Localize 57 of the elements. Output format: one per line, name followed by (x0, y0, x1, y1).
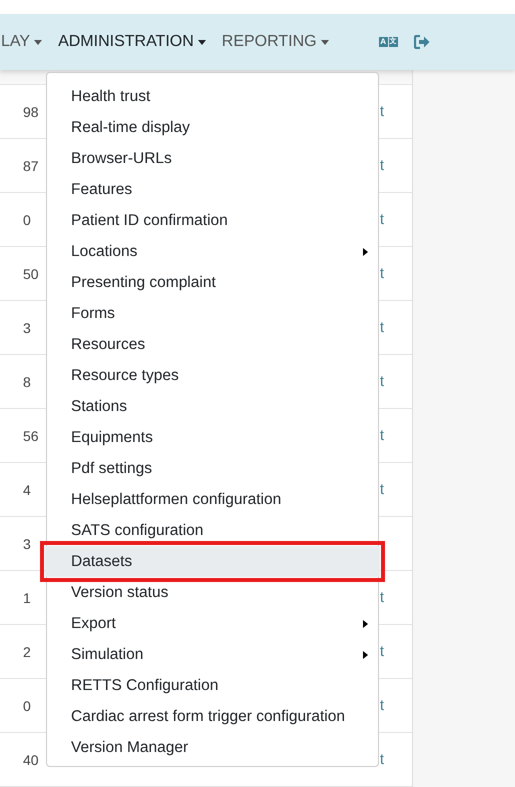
table-link[interactable]: t (380, 643, 384, 660)
menu-item[interactable]: Version status (47, 577, 378, 608)
table-link[interactable]: t (380, 751, 384, 768)
menu-item[interactable]: Export (47, 608, 378, 639)
table-cell-text: 3 (22, 536, 31, 552)
table-cell-text: 98 (22, 104, 39, 120)
menu-item[interactable]: Patient ID confirmation (47, 205, 378, 236)
table-cell-text: 3 (22, 320, 31, 336)
menu-item[interactable]: Presenting complaint (47, 267, 378, 298)
submenu-arrow-icon (363, 248, 368, 256)
menu-item[interactable]: Health trust (47, 81, 378, 112)
submenu-arrow-icon (363, 650, 368, 658)
menu-item[interactable]: Cardiac arrest form trigger configuration (47, 701, 378, 732)
nav-menu[interactable]: LAY (1, 33, 50, 51)
table-link[interactable]: t (380, 157, 384, 174)
table-cell-text: 87 (22, 158, 39, 174)
menu-item[interactable]: Equipments (47, 422, 378, 453)
menu-item[interactable]: Resources (47, 329, 378, 360)
menu-item[interactable]: Features (47, 174, 378, 205)
menu-item[interactable]: Simulation (47, 639, 378, 670)
table-link[interactable]: t (380, 427, 384, 444)
table-cell-text: 1 (22, 590, 31, 606)
table-link[interactable]: t (380, 481, 384, 498)
table-cell-text: 0 (22, 212, 31, 228)
menu-item[interactable]: Pdf settings (47, 453, 378, 484)
table-link[interactable]: t (380, 265, 384, 282)
menu-item[interactable]: Version Manager (47, 732, 378, 763)
menu-item[interactable]: Datasets (45, 546, 380, 577)
menu-item[interactable]: Browser-URLs (47, 143, 378, 174)
caret-icon (34, 40, 42, 44)
menu-item[interactable]: Stations (47, 391, 378, 422)
table-link[interactable]: t (380, 319, 384, 336)
menu-item[interactable]: Locations (47, 236, 378, 267)
table-cell-text: 4 (22, 482, 31, 498)
logout-icon[interactable] (414, 35, 430, 49)
nav-menu[interactable]: ADMINISTRATION (58, 33, 214, 51)
table-cell-text: 56 (22, 428, 39, 444)
table-link[interactable]: t (380, 373, 384, 390)
table-link[interactable]: t (380, 697, 384, 714)
menu-item[interactable]: RETTS Configuration (47, 670, 378, 701)
table-cell-text: 8 (22, 374, 31, 390)
menu-item[interactable]: SATS configuration (47, 515, 378, 546)
caret-icon (320, 40, 329, 44)
menu-item[interactable]: Resource types (47, 360, 378, 391)
caret-icon (198, 40, 206, 44)
table-cell-text: 0 (22, 698, 31, 714)
table-link[interactable]: t (380, 103, 384, 120)
submenu-arrow-icon (363, 620, 368, 628)
menu-item[interactable]: Helseplattformen configuration (47, 484, 378, 515)
table-link[interactable]: t (380, 589, 384, 606)
table-cell-text: 40 (22, 752, 39, 768)
menu-item[interactable]: Real-time display (47, 112, 378, 143)
nav-menu[interactable]: REPORTING (222, 33, 337, 51)
table-cell-text: 2 (22, 644, 31, 660)
menu-item[interactable]: Forms (47, 298, 378, 329)
table-link[interactable]: t (380, 211, 384, 228)
table-cell-text: 50 (22, 266, 39, 282)
